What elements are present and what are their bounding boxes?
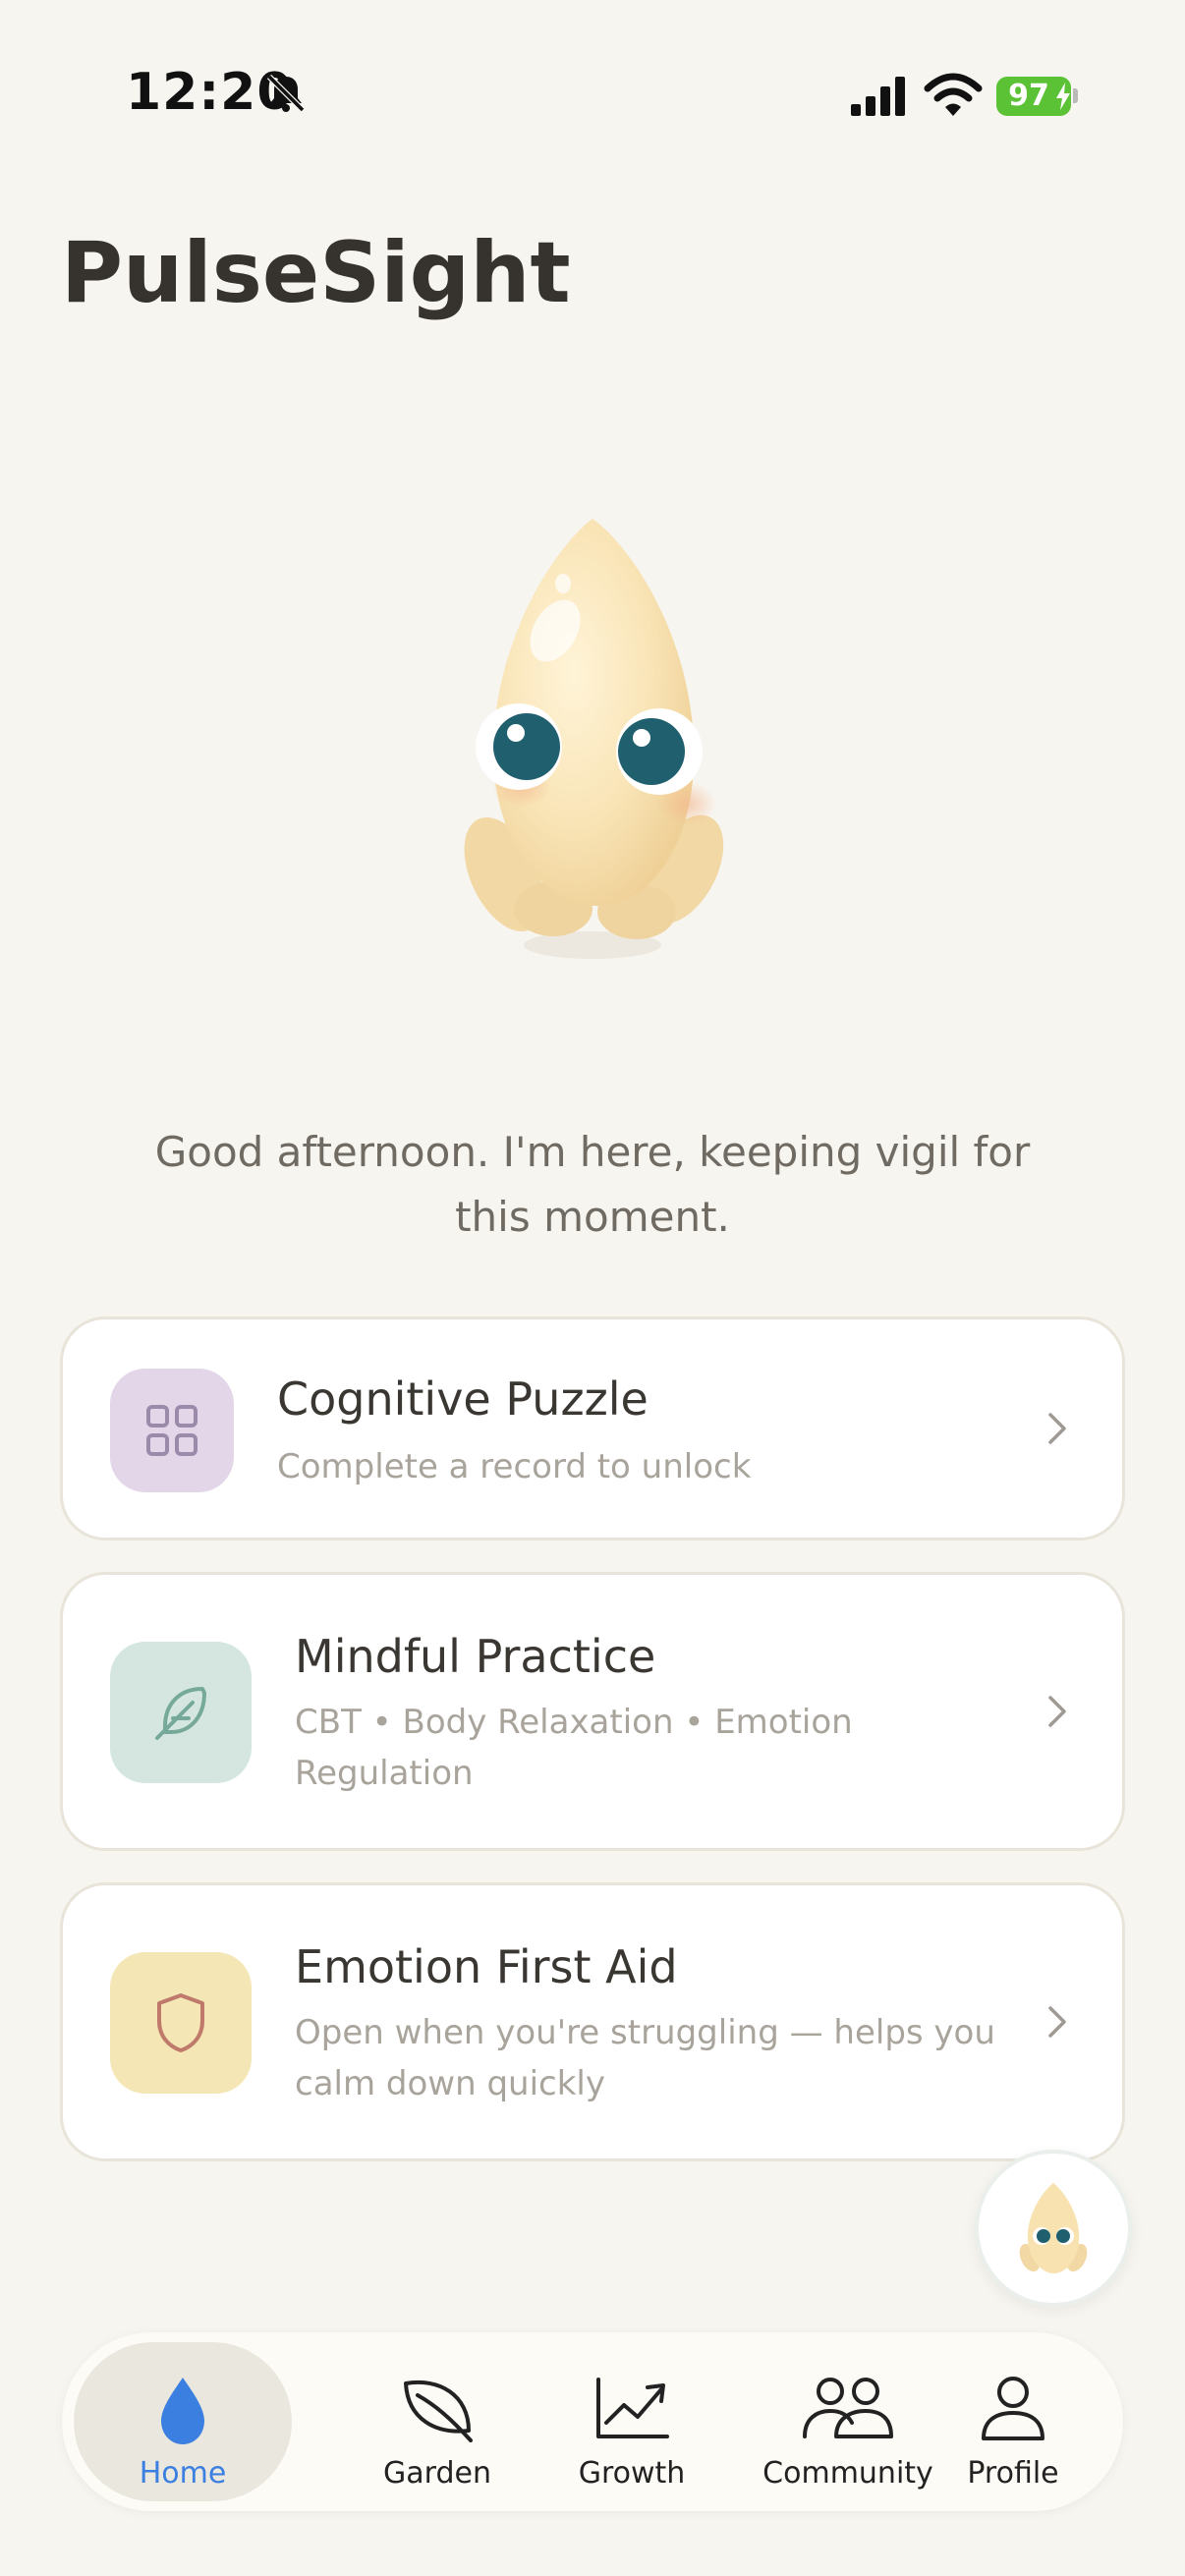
tab-label: Garden — [383, 2456, 491, 2491]
status-bar: 12:20 97 — [0, 0, 1185, 187]
chevron-right-icon — [1048, 2006, 1066, 2038]
person-icon — [982, 2377, 1044, 2440]
card-subtitle: CBT • Body Relaxation • Emotion Regulati… — [295, 1703, 853, 1793]
feather-icon — [155, 1687, 206, 1740]
droplet-mascot-icon — [1019, 2183, 1088, 2273]
droplet-mascot-image — [464, 519, 724, 959]
cellular-signal-icon — [851, 77, 905, 116]
card-subtitle: Open when you're struggling — helps you … — [295, 2013, 995, 2103]
card-title: Mindful Practice — [295, 1630, 656, 1683]
tab-label: Profile — [967, 2456, 1059, 2491]
card-icon-tile — [110, 1369, 234, 1492]
card-subtitle: Complete a record to unlock — [277, 1447, 752, 1486]
wifi-icon — [924, 73, 983, 116]
tab-label: Home — [139, 2456, 227, 2491]
tab-home[interactable]: Home — [74, 2342, 292, 2501]
card-title: Cognitive Puzzle — [277, 1372, 649, 1426]
trending-chart-icon — [596, 2378, 669, 2438]
mascot-chat-button[interactable] — [975, 2150, 1132, 2307]
grid-icon — [146, 1405, 198, 1456]
droplet-icon — [161, 2378, 204, 2444]
bolt-icon — [1056, 83, 1070, 110]
tab-label: Growth — [578, 2456, 686, 2491]
tab-growth[interactable]: Growth — [534, 2342, 730, 2501]
emotion-first-aid-card[interactable]: Emotion First Aid Open when you're strug… — [60, 1882, 1125, 2161]
app-title: PulseSight — [61, 224, 571, 322]
bell-slash-icon — [266, 74, 306, 113]
chevron-right-icon — [1048, 1413, 1066, 1444]
leaf-icon — [404, 2380, 473, 2442]
card-icon-tile — [110, 1952, 252, 2094]
shield-icon — [157, 1993, 204, 2052]
card-title: Emotion First Aid — [295, 1940, 678, 1993]
greeting-text: Good afternoon. I'm here, keeping vigil … — [154, 1128, 1031, 1241]
tab-profile[interactable]: Profile — [915, 2342, 1111, 2501]
mindful-practice-card[interactable]: Mindful Practice CBT • Body Relaxation •… — [60, 1572, 1125, 1851]
battery-level: 97 — [1008, 79, 1049, 113]
people-icon — [803, 2378, 893, 2438]
card-icon-tile — [110, 1642, 252, 1783]
battery-charging-icon: 97 — [996, 77, 1078, 116]
tab-garden[interactable]: Garden — [339, 2342, 536, 2501]
chevron-right-icon — [1048, 1696, 1066, 1727]
cognitive-puzzle-card[interactable]: Cognitive Puzzle Complete a record to un… — [60, 1316, 1125, 1540]
bottom-tab-bar: Home Garden Growth Community Profile — [62, 2332, 1123, 2511]
